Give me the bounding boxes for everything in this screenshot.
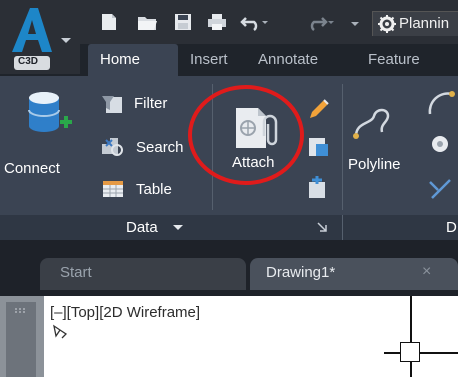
tab-drawing-label: Drawing1* (266, 264, 336, 281)
panel-launcher-icon[interactable] (316, 221, 328, 233)
next-panel-title: D (446, 219, 457, 236)
redo-icon[interactable] (306, 12, 334, 32)
print-icon[interactable] (206, 12, 228, 32)
crosshair-vertical (410, 296, 412, 377)
panel-separator (342, 215, 343, 240)
highlight-circle-annotation (188, 85, 304, 185)
app-badge: C3D (18, 56, 39, 67)
line-icon (429, 179, 451, 199)
clip-icon (309, 138, 328, 156)
ribbon-panel-title-bar: Data D (0, 215, 458, 240)
edit-reference-button[interactable] (306, 96, 332, 122)
connect-label: Connect (4, 160, 60, 177)
application-menu-button[interactable]: C3D (0, 0, 80, 74)
filter-label: Filter (134, 95, 168, 112)
grip-icon (15, 308, 25, 313)
tab-start-label: Start (60, 264, 92, 281)
table-label: Table (136, 181, 172, 198)
clip-button[interactable] (306, 134, 332, 160)
arc-icon (428, 91, 455, 115)
open-folder-icon[interactable] (136, 12, 158, 32)
new-file-icon[interactable] (98, 12, 120, 32)
chevron-down-icon (61, 38, 71, 43)
workspace-label: Plannin (399, 15, 450, 32)
tab-start[interactable]: Start (40, 258, 246, 290)
workspace-selector[interactable]: Plannin (372, 11, 458, 36)
viewport-side-handle[interactable] (6, 302, 36, 377)
tab-drawing1[interactable]: Drawing1* × (250, 258, 458, 290)
undo-icon[interactable] (240, 12, 268, 32)
save-icon[interactable] (172, 12, 194, 32)
polyline-label: Polyline (348, 156, 401, 173)
pencil-icon (310, 99, 329, 118)
tab-insert[interactable]: Insert (190, 44, 228, 76)
dropdown-arrow-icon[interactable] (348, 12, 362, 32)
close-tab-icon[interactable]: × (422, 263, 431, 281)
search-icon (102, 138, 123, 156)
drawing-canvas[interactable]: [–][Top][2D Wireframe] (44, 296, 458, 377)
table-icon (103, 181, 123, 197)
circle-icon (432, 136, 448, 152)
polyline-icon (353, 108, 390, 139)
search-label: Search (136, 139, 184, 156)
crosshair-horizontal (384, 352, 458, 354)
tab-home[interactable]: Home (88, 44, 178, 76)
crosshair-pickbox (400, 342, 420, 362)
autocad-logo-icon (12, 8, 52, 52)
arc-button[interactable] (422, 88, 458, 120)
polyline-button[interactable]: Polyline (344, 88, 418, 188)
circle-button[interactable] (426, 130, 458, 160)
connect-button[interactable]: Connect (0, 82, 86, 182)
viewport-controls-label[interactable]: [–][Top][2D Wireframe] (50, 304, 200, 321)
coordinate-system-icon (53, 324, 68, 339)
database-connect-icon (28, 92, 72, 132)
tab-feature[interactable]: Feature (368, 44, 420, 76)
gear-icon (378, 15, 396, 33)
tab-annotate[interactable]: Annotate (258, 44, 318, 76)
chevron-down-icon (173, 225, 183, 230)
panel-separator (342, 84, 343, 210)
data-panel-label: Data (126, 219, 158, 236)
filter-icon (102, 96, 122, 113)
line-button[interactable] (426, 172, 458, 202)
